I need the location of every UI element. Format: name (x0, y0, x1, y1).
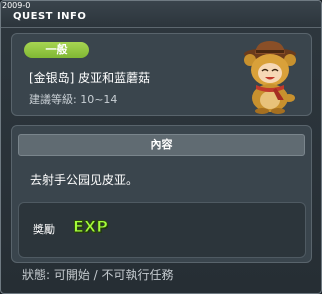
recommended-level: 建議等級: 10~14 (29, 93, 118, 106)
bear-costume-npc-icon (244, 41, 296, 114)
reward-label: 獎勵 (33, 223, 55, 236)
content-header: 內容 (18, 134, 305, 156)
quest-description: 去射手公园见皮亚。 (30, 173, 139, 187)
quest-name: [金银岛] 皮亚和蓝蘑菇 (29, 71, 151, 85)
quest-summary-panel: 一般 [金银岛] 皮亚和蓝蘑菇 建議等級: 10~14 (11, 33, 312, 116)
reward-box: 獎勵 EXP (18, 202, 306, 258)
title-bar[interactable]: 2009-0 QUEST INFO (1, 1, 321, 28)
window-title: QUEST INFO (13, 11, 87, 22)
exp-icon[interactable]: EXP (73, 217, 109, 237)
date-stamp: 2009-0 (2, 1, 31, 10)
quest-category-badge: 一般 (24, 42, 89, 58)
quest-content-panel: 內容 去射手公园见皮亚。 獎勵 EXP (11, 125, 312, 263)
quest-info-window: 2009-0 QUEST INFO 一般 [金银岛] 皮亚和蓝蘑菇 建議等級: … (0, 0, 322, 294)
quest-status: 狀態: 可開始 / 不可執行任務 (22, 268, 174, 282)
